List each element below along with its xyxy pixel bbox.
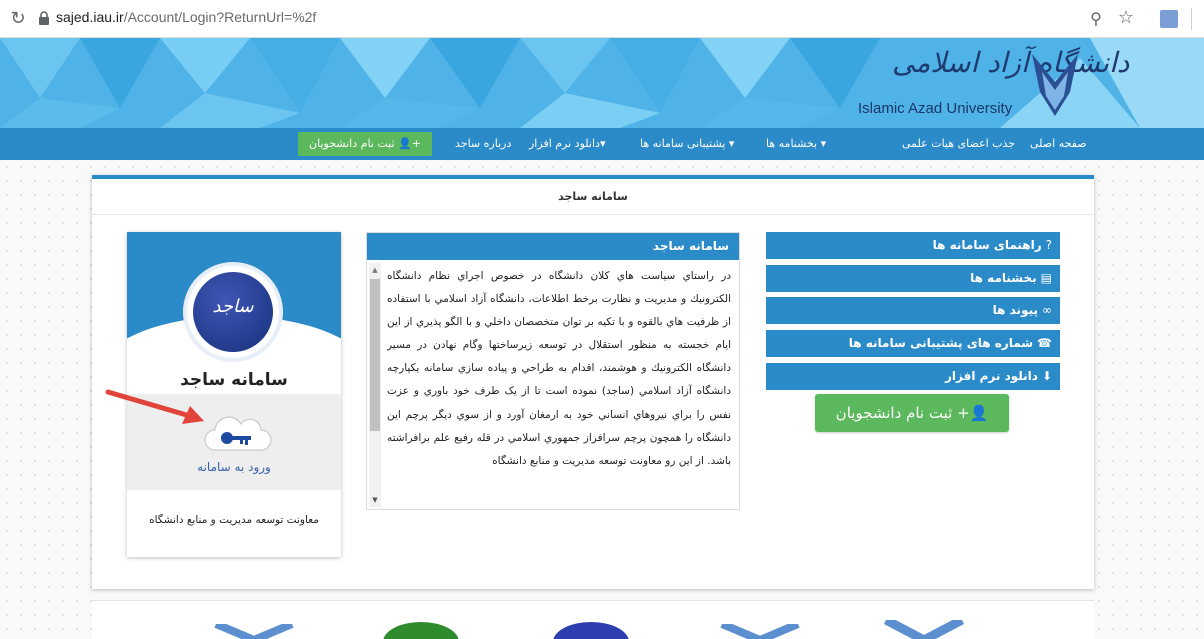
- nav-signup-label: ثبت نام دانشجویان: [309, 137, 395, 150]
- address-bar[interactable]: sajed.iau.ir/Account/Login?ReturnUrl=%2f: [56, 9, 316, 25]
- menu-item-label: شماره های پشتیبانی سامانه ها: [848, 336, 1034, 350]
- annotation-arrow-icon: [105, 389, 204, 424]
- user-plus-icon: 👤+: [398, 137, 421, 150]
- url-path: /Account/Login?ReturnUrl=%2f: [123, 9, 317, 25]
- scrollbar-thumb[interactable]: [370, 279, 380, 431]
- nav-signup-button[interactable]: ثبت نام دانشجویان 👤+: [298, 132, 432, 156]
- sajed-seal-inner: ساجد: [193, 272, 273, 352]
- phone-icon: ☎: [1037, 336, 1052, 350]
- browser-toolbar: ↻ sajed.iau.ir/Account/Login?ReturnUrl=%…: [0, 0, 1204, 38]
- scroll-down-icon[interactable]: ▼: [370, 495, 380, 505]
- signup-button-label: ثبت نام دانشجویان: [835, 404, 953, 422]
- menu-item-download[interactable]: ⬇دانلود نرم افزار: [766, 363, 1060, 390]
- zoom-icon[interactable]: ⚲: [1086, 9, 1106, 29]
- reload-icon[interactable]: ↻: [8, 9, 28, 29]
- bottom-green-seal-icon: [383, 622, 459, 639]
- article-panel: سامانه ساجد ▲ ▼ در راستاي سياست هاي كلان…: [366, 232, 740, 510]
- scroll-up-icon[interactable]: ▲: [370, 265, 380, 275]
- bottom-emblem-icon: [720, 624, 800, 639]
- student-signup-button[interactable]: 👤+ ثبت نام دانشجویان: [815, 394, 1009, 432]
- user-plus-icon: 👤+: [957, 404, 989, 422]
- link-icon: ∞: [1042, 303, 1052, 317]
- nav-item-support[interactable]: پشتیبانی سامانه ها ▾: [640, 128, 734, 160]
- login-card-title: سامانه ساجد: [180, 370, 288, 390]
- menu-item-circulars[interactable]: ▤بخشنامه ها: [766, 265, 1060, 292]
- menu-item-support-numbers[interactable]: ☎شماره های پشتیبانی سامانه ها: [766, 330, 1060, 357]
- pdf-icon: ▤: [1040, 271, 1052, 285]
- nav-item-about[interactable]: درباره ساجد: [455, 128, 511, 160]
- nav-item-faculty[interactable]: جذب اعضای هیات علمی: [902, 128, 1015, 160]
- nav-item-download[interactable]: دانلود نرم افزار▾: [529, 128, 605, 160]
- menu-item-links[interactable]: ∞ پیوند ها: [766, 297, 1060, 324]
- menu-item-label: راهنمای سامانه ها: [932, 238, 1042, 252]
- logo-script: دانشگاه آزاد اسلامی: [892, 46, 1130, 79]
- menu-item-label: بخشنامه ها: [970, 271, 1037, 285]
- bookmark-star-icon[interactable]: ☆: [1116, 8, 1136, 28]
- login-link-label[interactable]: ورود به سامانه: [127, 460, 341, 474]
- seal-text: ساجد: [212, 296, 254, 317]
- login-card-footer: معاونت توسعه مدیریت و منابع دانشگاه: [149, 514, 319, 526]
- question-icon: ?: [1045, 238, 1052, 252]
- bottom-emblem-icon: [884, 620, 964, 639]
- download-icon: ⬇: [1041, 369, 1052, 383]
- article-scrollbar[interactable]: ▲ ▼: [369, 263, 381, 507]
- bottom-emblem-icon: [214, 624, 294, 639]
- menu-item-guide[interactable]: ?راهنمای سامانه ها: [766, 232, 1060, 259]
- nav-item-home[interactable]: صفحه اصلی: [1030, 128, 1087, 160]
- url-host: sajed.iau.ir: [56, 9, 124, 25]
- lock-icon: [39, 11, 49, 25]
- logo-english: Islamic Azad University: [858, 100, 1013, 117]
- bottom-blue-seal-icon: [553, 622, 629, 639]
- main-navbar: صفحه اصلی جذب اعضای هیات علمی بخشنامه ها…: [0, 128, 1204, 160]
- sajed-seal: ساجد: [183, 262, 283, 362]
- article-heading: سامانه ساجد: [367, 233, 739, 260]
- university-emblem-icon: [1032, 54, 1078, 116]
- toolbar-divider: [1191, 8, 1192, 30]
- card-title: سامانه ساجد: [92, 179, 1094, 215]
- article-body: در راستاي سياست هاي كلان دانشگاه در خصوص…: [387, 270, 731, 467]
- extension-icon[interactable]: [1160, 10, 1178, 28]
- menu-item-label: دانلود نرم افزار: [945, 369, 1038, 383]
- menu-item-label: پیوند ها: [992, 303, 1038, 317]
- nav-item-circulars[interactable]: بخشنامه ها ▾: [766, 128, 826, 160]
